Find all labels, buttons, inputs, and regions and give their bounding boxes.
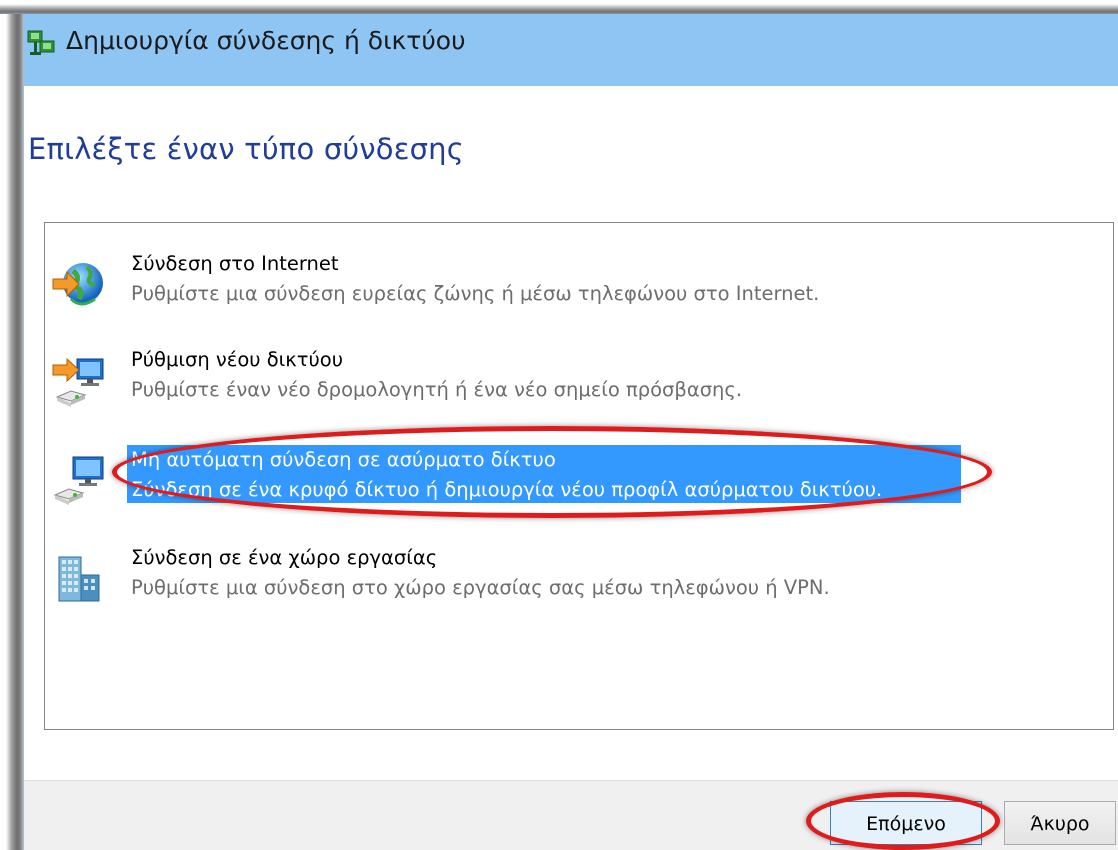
option-new-network[interactable]: Ρύθμιση νέου δικτύου Ρυθμίστε έναν νέο δ… (45, 347, 1085, 427)
window-shadow-top (0, 0, 1118, 14)
titlebar[interactable]: Δημιουργία σύνδεσης ή δικτύου (24, 14, 1118, 86)
network-connection-icon (27, 30, 55, 55)
highlight-ring-next-button (806, 792, 1000, 850)
globe-internet-icon (52, 263, 103, 306)
option-title: Σύνδεση στο Internet (131, 252, 339, 275)
wireless-network-icon (53, 456, 104, 505)
option-description: Ρυθμίστε έναν νέο δρομολογητή ή ένα νέο … (131, 378, 743, 401)
workplace-vpn-icon (58, 556, 100, 602)
connection-wizard-window: Δημιουργία σύνδεσης ή δικτύου Επιλέξτε έ… (24, 14, 1118, 850)
option-internet[interactable]: Σύνδεση στο Internet Ρυθμίστε μια σύνδεσ… (45, 251, 1085, 331)
option-description: Ρυθμίστε μια σύνδεση στο χώρο εργασίας σ… (131, 576, 830, 599)
page-heading: Επιλέξτε έναν τύπο σύνδεσης (28, 132, 464, 166)
highlight-ring-option (112, 426, 992, 518)
cancel-button[interactable]: Άκυρο (1004, 801, 1116, 845)
option-title: Σύνδεση σε ένα χώρο εργασίας (131, 546, 438, 569)
option-title: Ρύθμιση νέου δικτύου (131, 348, 343, 371)
window-title: Δημιουργία σύνδεσης ή δικτύου (66, 26, 466, 55)
option-description: Ρυθμίστε μια σύνδεση ευρείας ζώνης ή μέσ… (131, 282, 820, 305)
new-network-router-icon (52, 357, 104, 407)
option-workplace[interactable]: Σύνδεση σε ένα χώρο εργασίας Ρυθμίστε μι… (45, 545, 1085, 625)
window-shadow-left (0, 0, 24, 850)
